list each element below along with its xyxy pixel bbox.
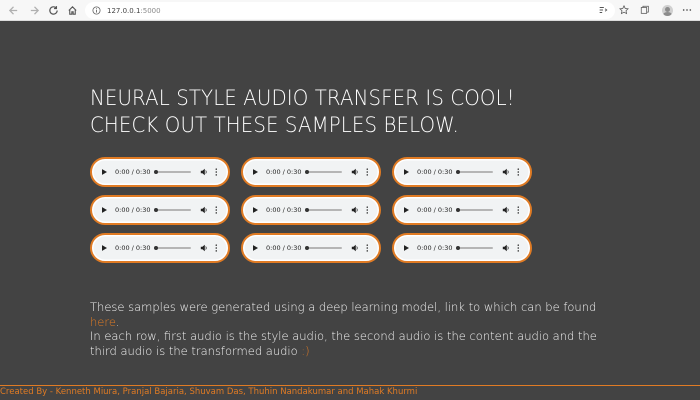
url-text: 127.0.0.1:5000 (107, 7, 161, 15)
audio-time: 0:00 / 0:30 (266, 168, 302, 176)
play-icon[interactable] (404, 245, 410, 252)
volume-icon[interactable] (502, 244, 510, 252)
play-icon[interactable] (102, 169, 108, 176)
more-vertical-icon[interactable] (366, 168, 369, 177)
more-vertical-icon[interactable] (366, 206, 369, 215)
volume-icon[interactable] (351, 206, 359, 214)
audio-progress-slider[interactable] (456, 207, 493, 212)
play-icon[interactable] (404, 169, 410, 176)
play-icon[interactable] (102, 207, 108, 214)
volume-icon[interactable] (502, 168, 510, 176)
explanation-text: In each row, first audio is the style au… (90, 329, 597, 358)
address-bar[interactable]: 127.0.0.1:5000 (85, 2, 615, 19)
audio-player[interactable]: 0:00 / 0:30 (241, 195, 381, 225)
collections-icon[interactable] (638, 3, 652, 17)
audio-time: 0:00 / 0:30 (266, 244, 302, 252)
more-icon[interactable] (680, 3, 694, 17)
audio-player[interactable]: 0:00 / 0:30 (392, 233, 532, 263)
audio-player[interactable]: 0:00 / 0:30 (241, 157, 381, 187)
description-text: These samples were generated using a dee… (90, 300, 597, 314)
more-vertical-icon[interactable] (517, 168, 520, 177)
avatar (661, 4, 673, 16)
forward-arrow-icon[interactable] (26, 2, 42, 18)
volume-icon[interactable] (351, 244, 359, 252)
audio-time: 0:00 / 0:30 (417, 244, 453, 252)
audio-progress-slider[interactable] (154, 245, 191, 250)
audio-player[interactable]: 0:00 / 0:30 (90, 233, 230, 263)
more-vertical-icon[interactable] (366, 244, 369, 253)
footer-divider (0, 385, 700, 386)
description-paragraph: These samples were generated using a dee… (90, 300, 600, 330)
audio-progress-slider[interactable] (305, 207, 342, 212)
description-period: . (115, 315, 120, 329)
audio-time: 0:00 / 0:30 (266, 206, 302, 214)
play-icon[interactable] (404, 207, 410, 214)
volume-icon[interactable] (200, 206, 208, 214)
audio-progress-slider[interactable] (456, 169, 493, 174)
audio-progress-slider[interactable] (456, 245, 493, 250)
audio-player[interactable]: 0:00 / 0:30 (392, 157, 532, 187)
audio-player[interactable]: 0:00 / 0:30 (241, 233, 381, 263)
play-icon[interactable] (102, 245, 108, 252)
read-aloud-icon[interactable] (596, 3, 610, 17)
audio-time: 0:00 / 0:30 (417, 206, 453, 214)
model-link[interactable]: here (90, 315, 116, 329)
audio-time: 0:00 / 0:30 (417, 168, 453, 176)
play-icon[interactable] (253, 245, 259, 252)
page-title-line-1: NEURAL STYLE AUDIO TRANSFER IS COOL! (90, 86, 515, 111)
browser-toolbar: 127.0.0.1:5000 (0, 0, 700, 21)
more-vertical-icon[interactable] (517, 244, 520, 253)
volume-icon[interactable] (351, 168, 359, 176)
audio-progress-slider[interactable] (305, 245, 342, 250)
volume-icon[interactable] (502, 206, 510, 214)
favorite-star-icon[interactable] (617, 3, 631, 17)
reload-icon[interactable] (45, 2, 61, 18)
volume-icon[interactable] (200, 244, 208, 252)
explanation-paragraph: In each row, first audio is the style au… (90, 329, 600, 359)
more-vertical-icon[interactable] (215, 244, 218, 253)
url-port: :5000 (140, 6, 161, 15)
more-vertical-icon[interactable] (215, 168, 218, 177)
home-icon[interactable] (64, 2, 80, 18)
url-host: 127.0.0.1 (107, 6, 141, 15)
page-title: NEURAL STYLE AUDIO TRANSFER IS COOL! CHE… (90, 85, 605, 139)
info-icon[interactable] (92, 6, 102, 16)
play-icon[interactable] (253, 169, 259, 176)
play-icon[interactable] (253, 207, 259, 214)
audio-player[interactable]: 0:00 / 0:30 (392, 195, 532, 225)
audio-player[interactable]: 0:00 / 0:30 (90, 157, 230, 187)
smiley-text: :) (301, 344, 310, 358)
volume-icon[interactable] (200, 168, 208, 176)
audio-player[interactable]: 0:00 / 0:30 (90, 195, 230, 225)
more-vertical-icon[interactable] (215, 206, 218, 215)
audio-progress-slider[interactable] (154, 169, 191, 174)
more-vertical-icon[interactable] (517, 206, 520, 215)
audio-progress-slider[interactable] (305, 169, 342, 174)
back-arrow-icon[interactable] (5, 2, 21, 18)
page-title-line-2: CHECK OUT THESE SAMPLES BELOW. (90, 113, 459, 138)
audio-time: 0:00 / 0:30 (115, 244, 151, 252)
profile-avatar-icon[interactable] (660, 3, 674, 17)
audio-time: 0:00 / 0:30 (115, 206, 151, 214)
audio-progress-slider[interactable] (154, 207, 191, 212)
footer-credits: Created By - Kenneth Miura, Pranjal Baja… (0, 387, 418, 397)
audio-time: 0:00 / 0:30 (115, 168, 151, 176)
